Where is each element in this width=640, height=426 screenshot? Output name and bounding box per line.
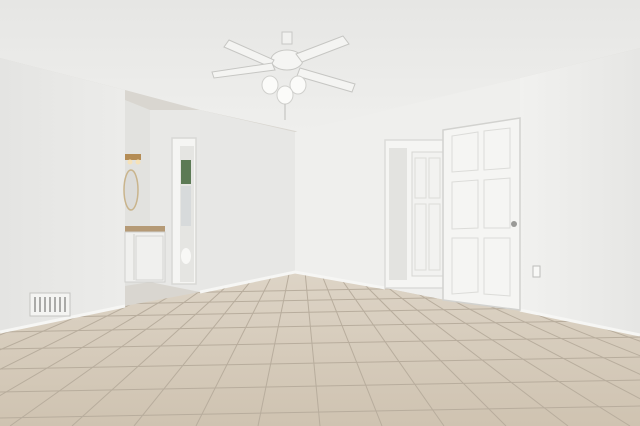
middle-wall [200,110,295,292]
bathroom-doorway [171,137,197,285]
closet-doorway [384,139,446,289]
room-illustration [0,0,640,426]
toilet [181,248,191,264]
closet-door [411,151,444,277]
window-greenery [181,160,191,184]
floor-vent [29,292,71,317]
room-photo [0,0,640,426]
right-wall [520,48,640,335]
oval-mirror [123,169,139,211]
countertop [125,226,165,232]
door-knob [511,221,517,227]
fan-light-bulb [261,75,279,95]
left-wall [0,58,125,332]
open-door [442,117,521,311]
vanity-light [125,154,141,160]
wall-outlet [532,265,541,278]
fan-light-bulb [276,85,294,105]
